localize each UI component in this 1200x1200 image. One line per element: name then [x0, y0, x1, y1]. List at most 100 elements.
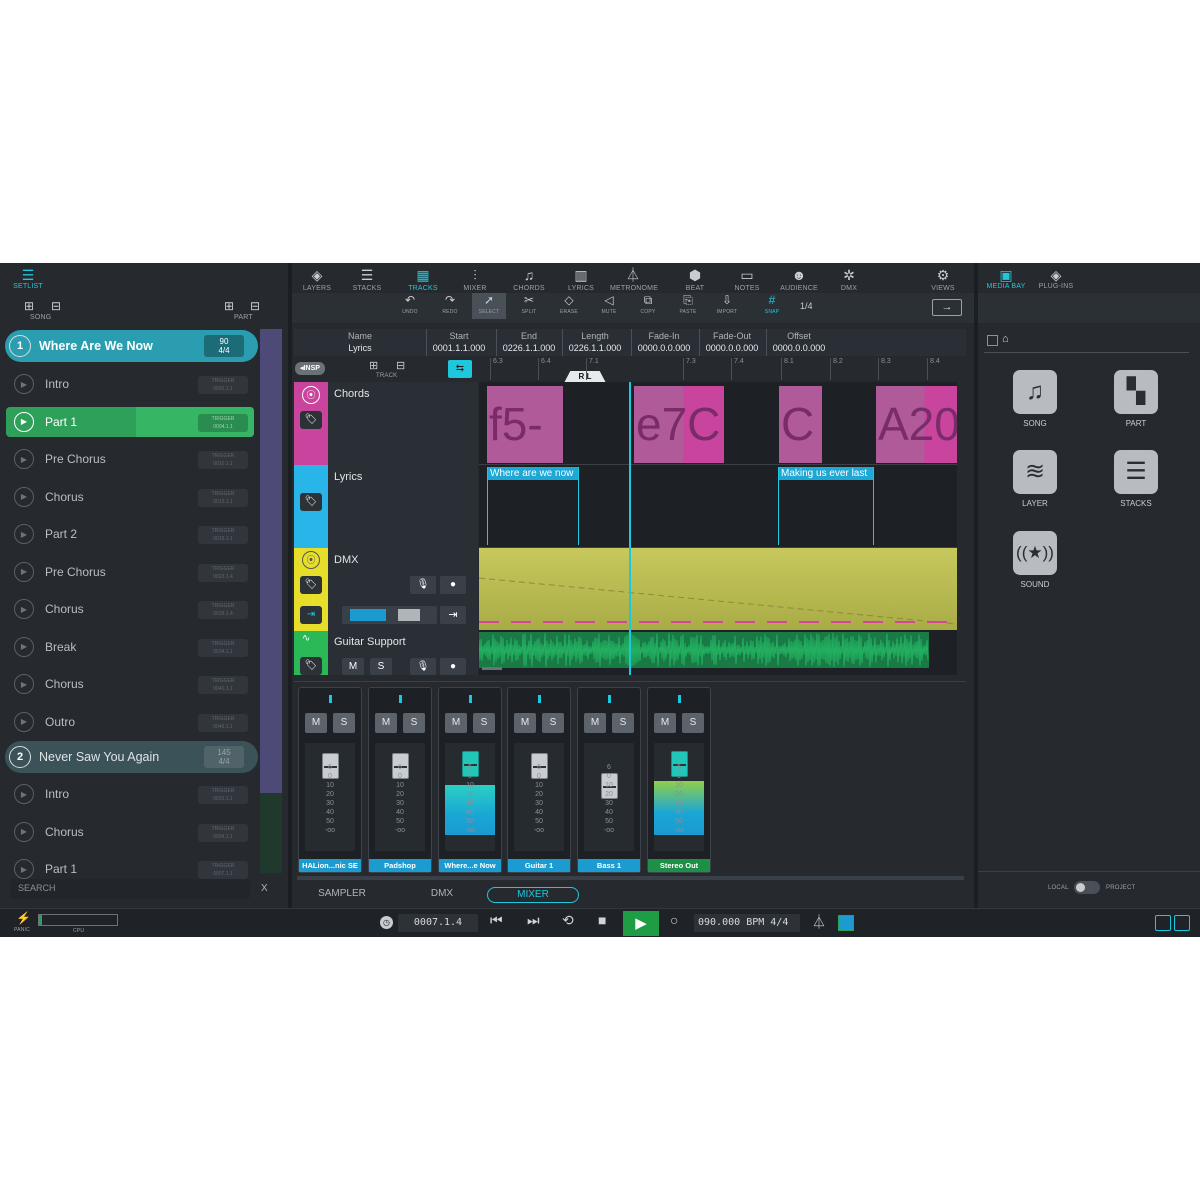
go-to-start-icon[interactable]: ⏮ [490, 912, 503, 929]
play-part-icon[interactable]: ▶ [14, 524, 34, 544]
add-song-button[interactable]: ⊞ [24, 299, 34, 313]
music-note-icon[interactable]: ♫ [1013, 370, 1057, 414]
solo-button[interactable]: S [612, 713, 634, 733]
tag-icon[interactable]: 🏷 [300, 493, 322, 511]
tag-icon[interactable]: 🏷 [300, 576, 322, 594]
arrange-area[interactable]: f5- e7C C A20 Where are we now Making us… [479, 382, 957, 675]
solo-button[interactable]: S [542, 713, 564, 733]
solo-button[interactable]: S [370, 658, 392, 675]
mixer-tab-mixer[interactable]: MIXER [487, 887, 579, 903]
part-icon[interactable]: ▚ [1114, 370, 1158, 414]
mute-button[interactable]: M [445, 713, 467, 733]
stacks-icon[interactable]: ☰ [1114, 450, 1158, 494]
select-checkbox[interactable] [987, 335, 998, 346]
add-track-button[interactable]: ⊞ [369, 359, 378, 372]
layer-icon[interactable]: ≋ [1013, 450, 1057, 494]
info-value[interactable]: 0226.1.1.000 [498, 343, 560, 353]
trigger-badge[interactable]: TRIGGER 0001.1.1 [198, 376, 248, 394]
search-clear-button[interactable]: X [261, 883, 268, 894]
info-value[interactable]: 0000.0.0.000 [768, 343, 830, 353]
record-icon[interactable]: ○ [670, 912, 678, 928]
pan-indicator[interactable] [399, 695, 402, 703]
dmx-level-bar[interactable] [342, 606, 437, 624]
lyric-clip[interactable]: Making us ever last [778, 467, 874, 545]
info-value[interactable]: 0001.1.1.000 [428, 343, 490, 353]
pan-indicator[interactable] [678, 695, 681, 703]
snap-tool[interactable]: # SNAP [755, 293, 789, 319]
chord-clip[interactable]: e7C [634, 386, 724, 463]
guitar-waveform[interactable] [479, 632, 929, 668]
play-part-icon[interactable]: ▶ [14, 599, 34, 619]
cycle-icon[interactable]: ⟲ [562, 912, 574, 929]
play-part-icon[interactable]: ▶ [14, 411, 34, 432]
tab-notes[interactable]: ▭ NOTES [724, 267, 770, 292]
export-icon[interactable]: ⇥ [440, 606, 466, 624]
info-value[interactable]: Lyrics [320, 343, 400, 353]
song-row[interactable]: 1 Where Are We Now 90 4/4 [5, 330, 258, 362]
trigger-badge[interactable]: TRIGGER 0019.1.1 [198, 526, 248, 544]
play-part-icon[interactable]: ▶ [14, 821, 34, 842]
info-value[interactable]: 0000.0.0.000 [701, 343, 763, 353]
inspector-toggle[interactable]: ◂INSP [295, 362, 325, 375]
solo-button[interactable]: S [333, 713, 355, 733]
record-icon[interactable]: ● [440, 576, 466, 594]
record-icon[interactable]: ● [440, 658, 466, 675]
trigger-badge[interactable]: TRIGGER 0040.1.1 [198, 676, 248, 694]
part-row[interactable]: ▶ Pre Chorus TRIGGER 0010.1.1 [6, 444, 254, 474]
home-icon[interactable]: ⌂ [1002, 333, 1009, 345]
pan-indicator[interactable] [538, 695, 541, 703]
part-row[interactable]: ▶ Chorus TRIGGER 0004.1.1 [6, 817, 254, 847]
part-row[interactable]: ▶ Outro TRIGGER 0046.1.1 [6, 707, 254, 737]
mute-button[interactable]: M [342, 658, 364, 675]
trigger-badge[interactable]: TRIGGER 0013.1.1 [198, 488, 248, 507]
add-part-button[interactable]: ⊞ [224, 299, 234, 313]
snap-value[interactable]: 1/4 [800, 301, 813, 311]
part-row[interactable]: ▶ Break TRIGGER 0034.1.1 [6, 632, 254, 662]
mixer-scrollbar[interactable] [297, 876, 964, 880]
tempo-display[interactable]: 090.000 BPM 4/4 [694, 914, 800, 932]
track-name[interactable]: DMX [328, 551, 478, 569]
part-row[interactable]: ▶ Chorus TRIGGER 0040.1.1 [6, 669, 254, 699]
part-row[interactable]: ▶ Chorus TRIGGER 0013.1.1 [6, 482, 254, 512]
undo-tool[interactable]: ↶ UNDO [393, 293, 427, 319]
trigger-badge[interactable]: TRIGGER 0034.1.1 [198, 638, 248, 657]
panic-icon[interactable]: ⚡ [16, 911, 31, 925]
pan-indicator[interactable] [608, 695, 611, 703]
views-arrow-button[interactable]: → [932, 299, 962, 316]
info-value[interactable]: 0226.1.1.000 [564, 343, 626, 353]
microphone-icon[interactable]: 🎙 [410, 658, 436, 675]
trigger-badge[interactable]: TRIGGER 0004.1.1 [198, 823, 248, 842]
play-part-icon[interactable]: ▶ [14, 561, 34, 582]
tab-metronome[interactable]: ⏃ METRONOME [610, 267, 658, 292]
solo-button[interactable]: S [682, 713, 704, 733]
tag-icon[interactable]: 🏷 [300, 657, 322, 675]
part-row[interactable]: ▶ Part 1 TRIGGER 0007.1.1 [6, 854, 254, 884]
clock-icon[interactable]: ◷ [380, 916, 393, 929]
mute-button[interactable]: M [375, 713, 397, 733]
media-bay-tab[interactable]: ▣ MEDIA BAY [982, 267, 1030, 290]
playhead[interactable] [629, 382, 631, 675]
tab-audience[interactable]: ☻ AUDIENCE [776, 267, 822, 292]
trigger-badge[interactable]: TRIGGER 0001.1.1 [198, 786, 248, 804]
redo-tool[interactable]: ↷ REDO [433, 293, 467, 319]
mute-button[interactable]: M [514, 713, 536, 733]
tab-chords[interactable]: ♫ CHORDS [506, 267, 552, 292]
remove-song-button[interactable]: ⊟ [51, 299, 61, 313]
mixer-tab-dmx[interactable]: DMX [412, 887, 472, 903]
tab-lyrics[interactable]: ▥ LYRICS [558, 267, 604, 292]
layout-right-icon[interactable] [1174, 915, 1190, 931]
mute-button[interactable]: M [654, 713, 676, 733]
sound-icon[interactable]: ((★)) [1013, 531, 1057, 575]
tag-icon[interactable]: 🏷 [300, 411, 322, 429]
tab-beat[interactable]: ⬢ BEAT [672, 267, 718, 292]
mute-button[interactable]: M [305, 713, 327, 733]
part-row[interactable]: ▶ Pre Chorus TRIGGER 0023.1.4 [6, 557, 254, 587]
microphone-icon[interactable]: 🎙 [410, 576, 436, 594]
metronome-icon[interactable]: ⏃ [812, 912, 826, 932]
chord-clip[interactable]: A20 [876, 386, 957, 463]
import-dmx-icon[interactable]: ⇥ [300, 606, 322, 624]
split-tool[interactable]: ✂ SPLIT [512, 293, 546, 319]
tab-layers[interactable]: ◈ LAYERS [294, 267, 340, 292]
play-part-icon[interactable]: ▶ [14, 674, 34, 694]
plug-ins-tab[interactable]: ◈ PLUG-INS [1034, 267, 1078, 290]
